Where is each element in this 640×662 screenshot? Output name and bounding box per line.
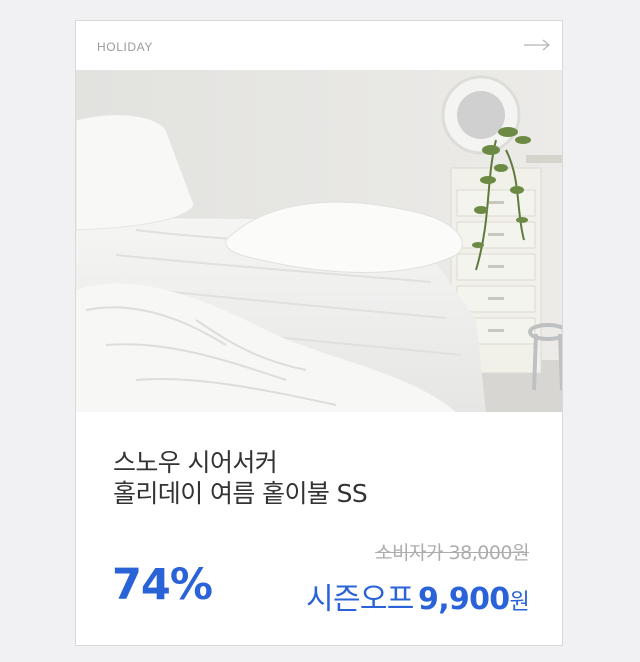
product-card[interactable]: HOLIDAY 스노우 시어서커 홀리데이 여름 홑이불 SS 소비자가 38,…	[75, 20, 563, 646]
brand-label: HOLIDAY	[97, 40, 153, 54]
original-price: 소비자가 38,000원	[375, 542, 529, 564]
sale-price-value: 9,900	[418, 582, 510, 617]
product-image[interactable]	[76, 70, 562, 412]
discount-rate: 74%	[112, 560, 213, 610]
sale-price: 시즌오프 9,900원	[306, 574, 530, 618]
product-title-line-2: 홀리데이 여름 홑이불 SS	[113, 479, 368, 508]
product-title-line-1: 스노우 시어서커	[113, 448, 278, 477]
arrow-right-icon[interactable]	[523, 38, 551, 52]
product-title[interactable]: 스노우 시어서커 홀리데이 여름 홑이불 SS	[113, 447, 533, 509]
sale-price-unit: 원	[509, 590, 529, 615]
card-header: HOLIDAY	[76, 21, 562, 70]
sale-label: 시즌오프	[306, 582, 414, 617]
